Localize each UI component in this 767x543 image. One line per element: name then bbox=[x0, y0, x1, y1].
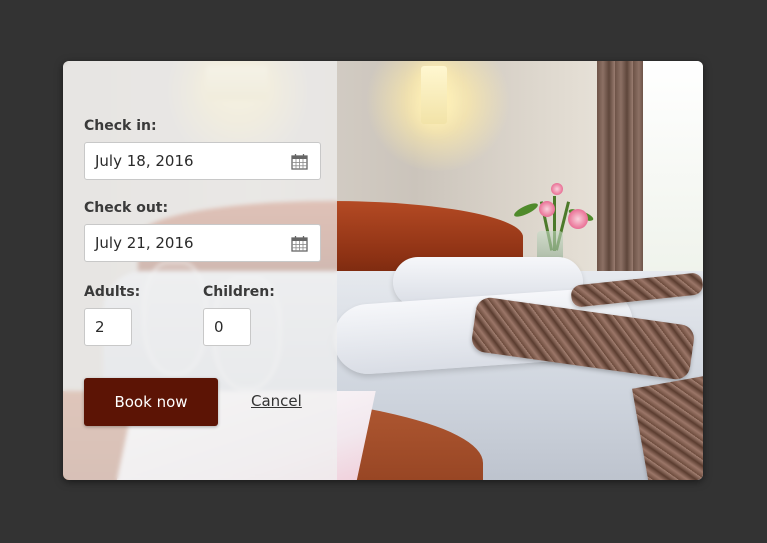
children-input[interactable]: 0 bbox=[203, 308, 251, 346]
curtain bbox=[597, 61, 643, 281]
lily-flower bbox=[568, 209, 588, 229]
check-out-label: Check out: bbox=[84, 200, 169, 216]
check-in-field[interactable]: July 18, 2016 bbox=[84, 142, 321, 180]
booking-form: Check in: July 18, 2016 Check out: July … bbox=[63, 61, 337, 480]
booking-card: Check in: July 18, 2016 Check out: July … bbox=[63, 61, 703, 480]
check-in-value: July 18, 2016 bbox=[95, 152, 194, 170]
adults-label: Adults: bbox=[84, 284, 141, 300]
check-out-field[interactable]: July 21, 2016 bbox=[84, 224, 321, 262]
adults-value: 2 bbox=[95, 318, 105, 336]
lily-flower bbox=[551, 183, 563, 195]
check-out-value: July 21, 2016 bbox=[95, 234, 194, 252]
lily-flower bbox=[539, 201, 555, 217]
window bbox=[637, 61, 703, 291]
book-now-button[interactable]: Book now bbox=[84, 378, 218, 426]
adults-input[interactable]: 2 bbox=[84, 308, 132, 346]
check-in-label: Check in: bbox=[84, 118, 157, 134]
calendar-icon[interactable] bbox=[291, 153, 308, 170]
calendar-icon[interactable] bbox=[291, 235, 308, 252]
wall-lamp bbox=[421, 66, 447, 124]
leaf bbox=[512, 200, 540, 220]
children-label: Children: bbox=[203, 284, 275, 300]
cancel-link[interactable]: Cancel bbox=[251, 392, 302, 410]
children-value: 0 bbox=[214, 318, 224, 336]
